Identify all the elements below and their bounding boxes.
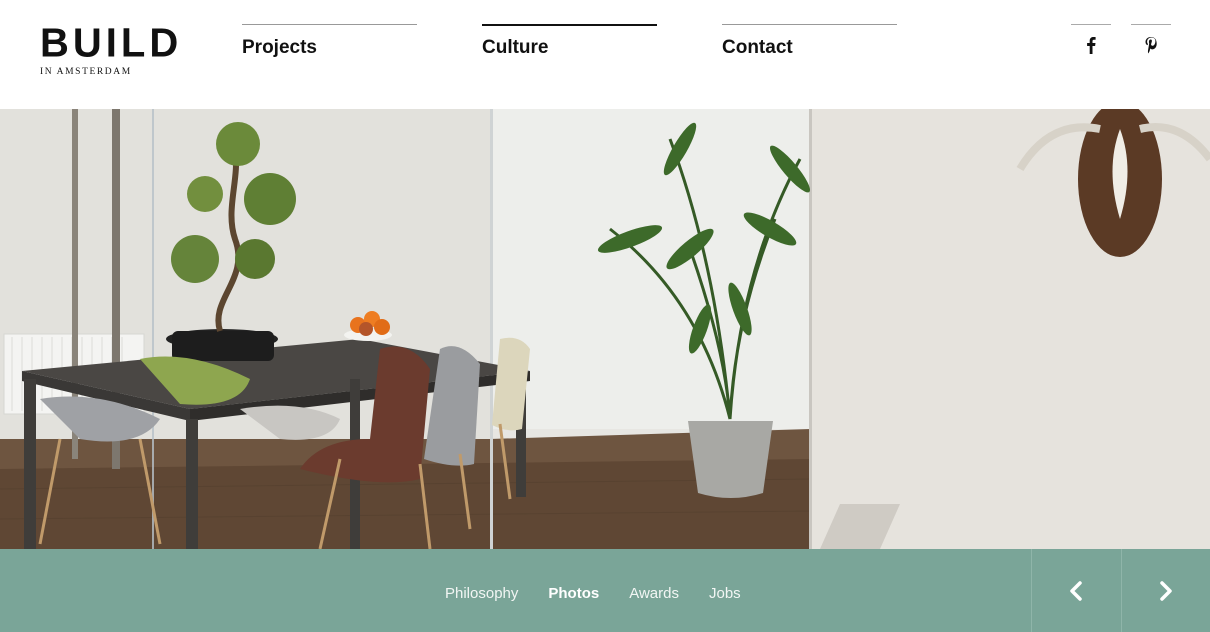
nav-item-label: Culture <box>482 37 549 58</box>
facebook-icon <box>1087 36 1096 54</box>
pinterest-icon <box>1145 36 1157 53</box>
subnav-item-photos[interactable]: Photos <box>548 585 599 602</box>
nav-item-culture[interactable]: Culture <box>482 24 657 64</box>
previous-photo-button[interactable] <box>1031 549 1120 632</box>
next-photo-button[interactable] <box>1121 549 1210 632</box>
logo[interactable]: BUILD IN AMSTERDAM <box>40 20 183 77</box>
subnav-item-awards[interactable]: Awards <box>629 585 679 602</box>
nav-item-contact[interactable]: Contact <box>722 24 897 64</box>
nav-item-label: Projects <box>242 37 317 58</box>
section-subnav: Philosophy Photos Awards Jobs <box>445 585 741 602</box>
chevron-right-icon <box>1160 580 1172 601</box>
hero-photo <box>0 109 1210 549</box>
chevron-left-icon <box>1070 580 1082 601</box>
pinterest-link[interactable] <box>1131 24 1171 64</box>
section-subnav-bar: Philosophy Photos Awards Jobs <box>0 549 1210 632</box>
subnav-item-philosophy[interactable]: Philosophy <box>445 585 518 602</box>
site-header: BUILD IN AMSTERDAM Projects Culture Cont… <box>0 0 1210 109</box>
facebook-link[interactable] <box>1071 24 1111 64</box>
logo-sub-text: IN AMSTERDAM <box>40 67 132 77</box>
nav-item-label: Contact <box>722 37 793 58</box>
office-interior-photo <box>0 109 1210 549</box>
logo-main-text: BUILD <box>40 20 183 66</box>
nav-item-projects[interactable]: Projects <box>242 24 417 64</box>
subnav-item-jobs[interactable]: Jobs <box>709 585 741 602</box>
